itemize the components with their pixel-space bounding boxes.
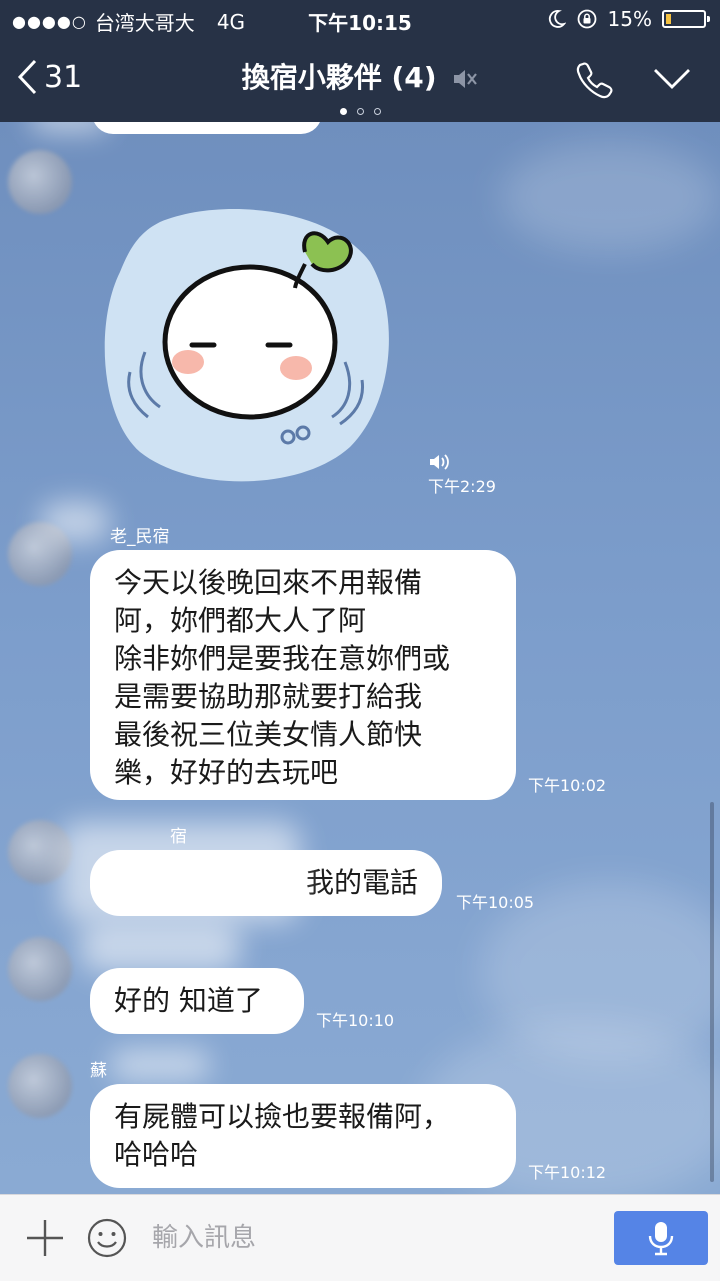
avatar[interactable] — [8, 1054, 72, 1118]
chat-area[interactable]: 下午2:29 老_民宿 今天以後晚回來不用報備 阿，妳們都大人了阿 除非妳們是要… — [0, 122, 720, 1194]
page-dot-1 — [339, 108, 347, 115]
smiley-icon[interactable] — [86, 1217, 128, 1259]
privacy-blur — [110, 1050, 210, 1080]
battery-percent: 15% — [607, 7, 652, 31]
phone-icon[interactable] — [574, 60, 614, 100]
message-bubble-previous[interactable] — [92, 122, 322, 134]
message-bubble[interactable]: 今天以後晚回來不用報備 阿，妳們都大人了阿 除非妳們是要我在意妳們或 是需要協助… — [90, 550, 516, 800]
battery-icon — [662, 10, 710, 28]
message-text: 我的電話 — [305, 866, 418, 899]
speaker-mute-icon — [454, 70, 478, 88]
voice-button[interactable] — [614, 1211, 708, 1265]
message-bubble[interactable]: 有屍體可以撿也要報備阿， 哈哈哈 — [90, 1084, 516, 1188]
message-line: 哈哈哈 — [114, 1138, 199, 1171]
sender-name: 蘇 — [90, 1061, 107, 1081]
plus-icon[interactable] — [24, 1217, 66, 1259]
microphone-icon — [648, 1222, 674, 1256]
page-dot-2 — [356, 108, 364, 115]
message-time: 下午10:02 — [528, 776, 607, 795]
avatar[interactable] — [8, 937, 72, 1001]
chat-header: 31 換宿小夥伴 (4) — [0, 40, 720, 122]
bg-cloud — [500, 142, 720, 252]
message-bubble[interactable]: 好的 知道了 — [90, 968, 304, 1034]
avatar[interactable] — [8, 150, 72, 214]
message-time: 下午10:12 — [528, 1163, 607, 1182]
message-line: 除非妳們是要我在意妳們或 — [114, 642, 451, 675]
sticker-image[interactable] — [100, 202, 400, 492]
message-input[interactable] — [150, 1215, 594, 1261]
message-input-bar — [0, 1194, 720, 1281]
chat-title-text: 換宿小夥伴 (4) — [241, 61, 437, 94]
privacy-blur — [40, 502, 110, 542]
privacy-blur — [60, 822, 300, 922]
message-time: 下午10:10 — [316, 1011, 395, 1030]
message-time: 下午2:29 — [428, 477, 496, 496]
sender-name: 老_民宿 — [110, 527, 170, 547]
message-line: 樂，好好的去玩吧 — [114, 756, 339, 789]
message-line: 今天以後晚回來不用報備 — [114, 566, 423, 599]
chevron-down-icon[interactable] — [652, 66, 692, 92]
message-line: 阿，妳們都大人了阿 — [114, 604, 367, 637]
moon-icon — [548, 10, 566, 28]
privacy-blur — [80, 922, 240, 972]
message-text: 好的 知道了 — [114, 984, 263, 1017]
page-dot-3 — [373, 108, 381, 115]
message-line: 最後祝三位美女情人節快 — [114, 718, 423, 751]
status-bar: ●●●●○ 台湾大哥大 4G 下午10:15 15% — [0, 0, 720, 40]
privacy-blur — [30, 122, 110, 132]
battery-fill — [666, 14, 671, 24]
page-indicator — [0, 100, 720, 119]
message-time: 下午10:05 — [456, 893, 535, 912]
rotation-lock-icon — [577, 9, 596, 29]
message-line: 是需要協助那就要打給我 — [114, 680, 423, 713]
speaker-icon[interactable] — [428, 452, 452, 472]
message-line: 有屍體可以撿也要報備阿， — [114, 1100, 451, 1133]
status-right: 15% — [546, 7, 710, 31]
chat-scrollbar[interactable] — [710, 802, 714, 1182]
